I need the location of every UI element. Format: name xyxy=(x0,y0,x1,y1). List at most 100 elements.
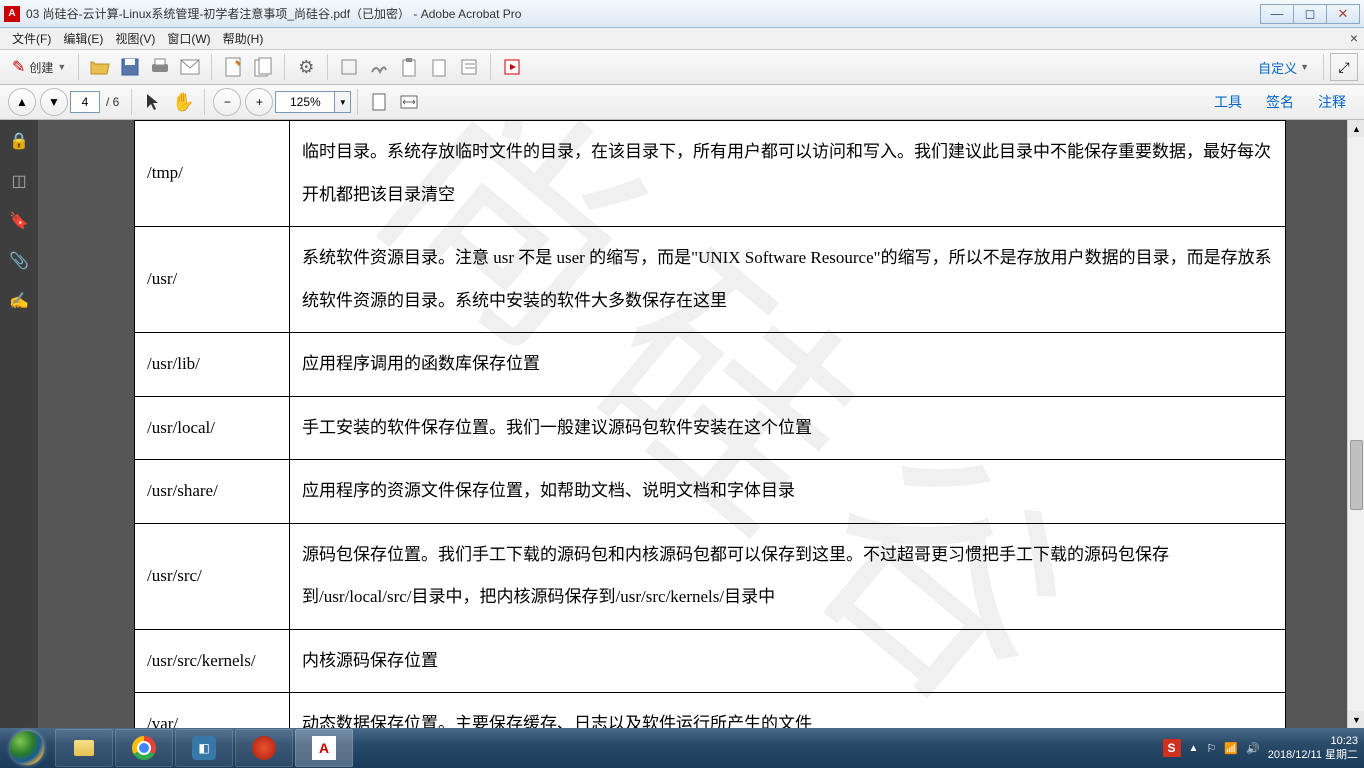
system-tray: S ▲ ⚐ 📶 🔊 10:23 2018/12/11 星期二 xyxy=(1157,734,1364,763)
pdf-app-icon: A xyxy=(4,6,20,22)
scroll-down-button[interactable]: ▼ xyxy=(1348,711,1364,728)
zoom-out-button[interactable]: − xyxy=(213,88,241,116)
minimize-button[interactable]: — xyxy=(1260,4,1294,24)
close-button[interactable]: ✕ xyxy=(1326,4,1360,24)
form-button[interactable] xyxy=(456,54,482,80)
comment-panel-button[interactable]: 注释 xyxy=(1318,92,1346,112)
signatures-icon[interactable]: ✍ xyxy=(8,290,30,312)
email-button[interactable] xyxy=(177,54,203,80)
page-down-button[interactable]: ▼ xyxy=(40,88,68,116)
hand-tool-button[interactable]: ✋ xyxy=(170,89,196,115)
table-row: /usr/lib/应用程序调用的函数库保存位置 xyxy=(135,333,1286,397)
document-viewport[interactable]: 尚硅谷 /tmp/临时目录。系统存放临时文件的目录，在该目录下，所有用户都可以访… xyxy=(38,120,1364,728)
taskbar-item-vmware[interactable]: ◧ xyxy=(175,729,233,767)
desc-cell: 临时目录。系统存放临时文件的目录，在该目录下，所有用户都可以访问和写入。我们建议… xyxy=(290,121,1286,227)
security-icon[interactable]: 🔒 xyxy=(8,130,30,152)
create-button[interactable]: ✎ 创建 ▼ xyxy=(6,53,72,81)
path-cell: /tmp/ xyxy=(135,121,290,227)
customize-label: 自定义 xyxy=(1258,58,1297,77)
tools-panel-button[interactable]: 工具 xyxy=(1214,92,1242,112)
edit-doc-button[interactable] xyxy=(220,54,246,80)
scrollbar-thumb[interactable] xyxy=(1350,440,1363,510)
taskbar-item-chrome[interactable] xyxy=(115,729,173,767)
hand-icon: ✋ xyxy=(172,92,194,113)
menubar-close-icon[interactable]: × xyxy=(1350,30,1358,46)
windows-orb-icon xyxy=(10,731,44,765)
separator xyxy=(327,54,328,80)
desc-cell: 系统软件资源目录。注意 usr 不是 user 的缩写，而是"UNIX Soft… xyxy=(290,227,1286,333)
network-icon[interactable]: 📶 xyxy=(1224,742,1238,755)
vertical-scrollbar[interactable]: ▲ ▼ xyxy=(1347,120,1364,728)
maximize-button[interactable]: ◻ xyxy=(1293,4,1327,24)
menu-window[interactable]: 窗口(W) xyxy=(161,28,216,49)
stamp-button[interactable] xyxy=(336,54,362,80)
clipboard-button[interactable] xyxy=(396,54,422,80)
zoom-dropdown-button[interactable]: ▼ xyxy=(335,91,351,113)
taskbar-item-explorer[interactable] xyxy=(55,729,113,767)
separator xyxy=(78,54,79,80)
desc-cell: 应用程序调用的函数库保存位置 xyxy=(290,333,1286,397)
minus-icon: − xyxy=(224,95,231,109)
window-controls: — ◻ ✕ xyxy=(1261,4,1360,24)
zoom-input[interactable] xyxy=(275,91,335,113)
thumbnails-icon[interactable]: ◫ xyxy=(8,170,30,192)
window-title: 03 尚硅谷-云计算-Linux系统管理-初学者注意事项_尚硅谷.pdf（已加密… xyxy=(26,5,1261,22)
chrome-icon xyxy=(132,736,156,760)
folder-icon xyxy=(74,740,94,756)
main-area: 🔒 ◫ 🔖 📎 ✍ 尚硅谷 /tmp/临时目录。系统存放临时文件的目录，在该目录… xyxy=(0,120,1364,728)
arrow-down-icon: ▼ xyxy=(48,95,60,109)
path-cell: /usr/lib/ xyxy=(135,333,290,397)
pages-button[interactable] xyxy=(250,54,276,80)
select-tool-button[interactable] xyxy=(140,89,166,115)
clock[interactable]: 10:23 2018/12/11 星期二 xyxy=(1268,734,1358,763)
save-button[interactable] xyxy=(117,54,143,80)
attach-button[interactable] xyxy=(426,54,452,80)
open-button[interactable] xyxy=(87,54,113,80)
chevron-down-icon: ▼ xyxy=(339,98,347,107)
flag-icon[interactable]: ⚐ xyxy=(1206,742,1216,755)
tray-up-icon[interactable]: ▲ xyxy=(1189,743,1199,754)
expand-button[interactable]: ⤢ xyxy=(1330,53,1358,81)
separator xyxy=(1323,54,1324,80)
customize-button[interactable]: 自定义 ▼ xyxy=(1258,58,1309,77)
settings-button[interactable]: ⚙ xyxy=(293,54,319,80)
separator xyxy=(204,89,205,115)
path-cell: /usr/share/ xyxy=(135,460,290,524)
taskbar-item-acrobat[interactable]: A xyxy=(295,729,353,767)
path-cell: /usr/src/ xyxy=(135,523,290,629)
arrow-up-icon: ▲ xyxy=(16,95,28,109)
path-cell: /usr/local/ xyxy=(135,396,290,460)
acrobat-icon: A xyxy=(312,736,336,760)
taskbar-item-app[interactable] xyxy=(235,729,293,767)
toolbar-nav: ▲ ▼ / 6 ✋ − + ▼ 工具 签名 注释 xyxy=(0,85,1364,120)
gear-icon: ⚙ xyxy=(298,57,314,78)
dropdown-arrow-icon: ▼ xyxy=(1300,62,1309,72)
ime-icon[interactable]: S xyxy=(1163,739,1181,757)
table-row: /var/动态数据保存位置。主要保存缓存、日志以及软件运行所产生的文件 xyxy=(135,693,1286,729)
desc-cell: 应用程序的资源文件保存位置，如帮助文档、说明文档和字体目录 xyxy=(290,460,1286,524)
expand-icon: ⤢ xyxy=(1338,59,1349,76)
multimedia-button[interactable] xyxy=(499,54,525,80)
fit-width-button[interactable] xyxy=(396,89,422,115)
menu-file[interactable]: 文件(F) xyxy=(6,28,57,49)
start-button[interactable] xyxy=(0,728,54,768)
page-up-button[interactable]: ▲ xyxy=(8,88,36,116)
time-label: 10:23 xyxy=(1268,734,1358,748)
windows-taskbar: ◧ A S ▲ ⚐ 📶 🔊 10:23 2018/12/11 星期二 xyxy=(0,728,1364,768)
path-cell: /usr/src/kernels/ xyxy=(135,629,290,693)
red-app-icon xyxy=(252,736,276,760)
menu-help[interactable]: 帮助(H) xyxy=(217,28,270,49)
print-button[interactable] xyxy=(147,54,173,80)
menu-view[interactable]: 视图(V) xyxy=(109,28,161,49)
page-number-input[interactable] xyxy=(70,91,100,113)
bookmarks-icon[interactable]: 🔖 xyxy=(8,210,30,232)
volume-icon[interactable]: 🔊 xyxy=(1246,742,1260,755)
zoom-in-button[interactable]: + xyxy=(245,88,273,116)
menu-edit[interactable]: 编辑(E) xyxy=(57,28,109,49)
content-table: /tmp/临时目录。系统存放临时文件的目录，在该目录下，所有用户都可以访问和写入… xyxy=(134,120,1286,728)
sign-panel-button[interactable]: 签名 xyxy=(1266,92,1294,112)
attachments-icon[interactable]: 📎 xyxy=(8,250,30,272)
scroll-up-button[interactable]: ▲ xyxy=(1348,120,1364,137)
sign-button[interactable] xyxy=(366,54,392,80)
fit-page-button[interactable] xyxy=(366,89,392,115)
